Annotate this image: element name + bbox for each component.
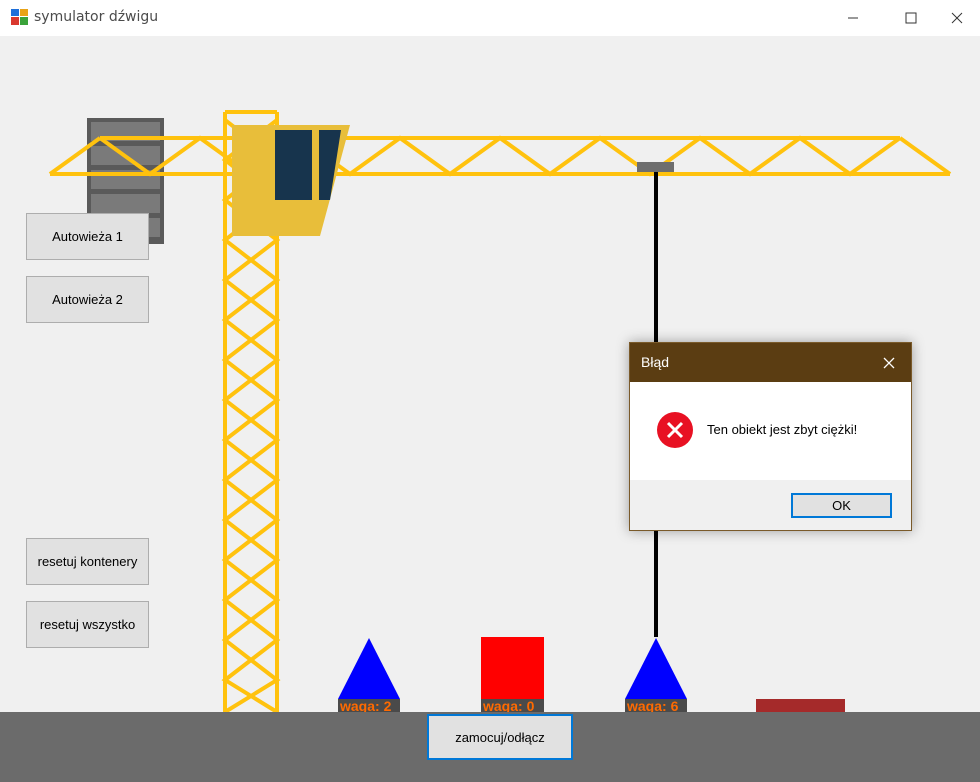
crane-cab bbox=[232, 125, 350, 236]
app-icon bbox=[11, 9, 28, 25]
container-triangle-2[interactable] bbox=[625, 638, 687, 699]
dialog-titlebar: Błąd bbox=[630, 343, 911, 382]
dialog-close-button[interactable] bbox=[867, 343, 911, 382]
container-bar[interactable] bbox=[756, 699, 845, 712]
maximize-icon bbox=[905, 12, 917, 24]
minimize-icon bbox=[848, 17, 858, 19]
weight-label: waga: 2 bbox=[338, 699, 400, 713]
window-titlebar: symulator dźwigu bbox=[0, 0, 980, 36]
minimize-button[interactable] bbox=[830, 0, 876, 36]
weight-label: waga: 6 bbox=[625, 699, 687, 713]
dialog-message: Ten obiekt jest zbyt ciężki! bbox=[707, 422, 858, 437]
maximize-button[interactable] bbox=[888, 0, 934, 36]
error-icon bbox=[657, 412, 693, 448]
dialog-footer: OK bbox=[630, 480, 911, 530]
container-triangle-1[interactable] bbox=[338, 638, 400, 699]
container-square[interactable] bbox=[481, 637, 544, 699]
ok-button[interactable]: OK bbox=[791, 493, 892, 518]
error-dialog: Błąd Ten obiekt jest zbyt ciężki! OK bbox=[629, 342, 912, 531]
close-button[interactable] bbox=[934, 0, 980, 36]
close-icon bbox=[883, 357, 895, 368]
close-icon bbox=[951, 12, 963, 24]
crane-trolley bbox=[637, 162, 674, 172]
attach-detach-button[interactable]: zamocuj/odłącz bbox=[427, 714, 573, 760]
weight-label: waga: 0 bbox=[481, 699, 544, 713]
window-title: symulator dźwigu bbox=[34, 9, 159, 25]
reset-all-button[interactable]: resetuj wszystko bbox=[26, 601, 149, 648]
dialog-title: Błąd bbox=[641, 354, 670, 370]
dialog-body: Ten obiekt jest zbyt ciężki! bbox=[630, 382, 911, 480]
crane-jib bbox=[48, 135, 952, 177]
reset-containers-button[interactable]: resetuj kontenery bbox=[26, 538, 149, 585]
autotower-2-button[interactable]: Autowieża 2 bbox=[26, 276, 149, 323]
autotower-1-button[interactable]: Autowieża 1 bbox=[26, 213, 149, 260]
